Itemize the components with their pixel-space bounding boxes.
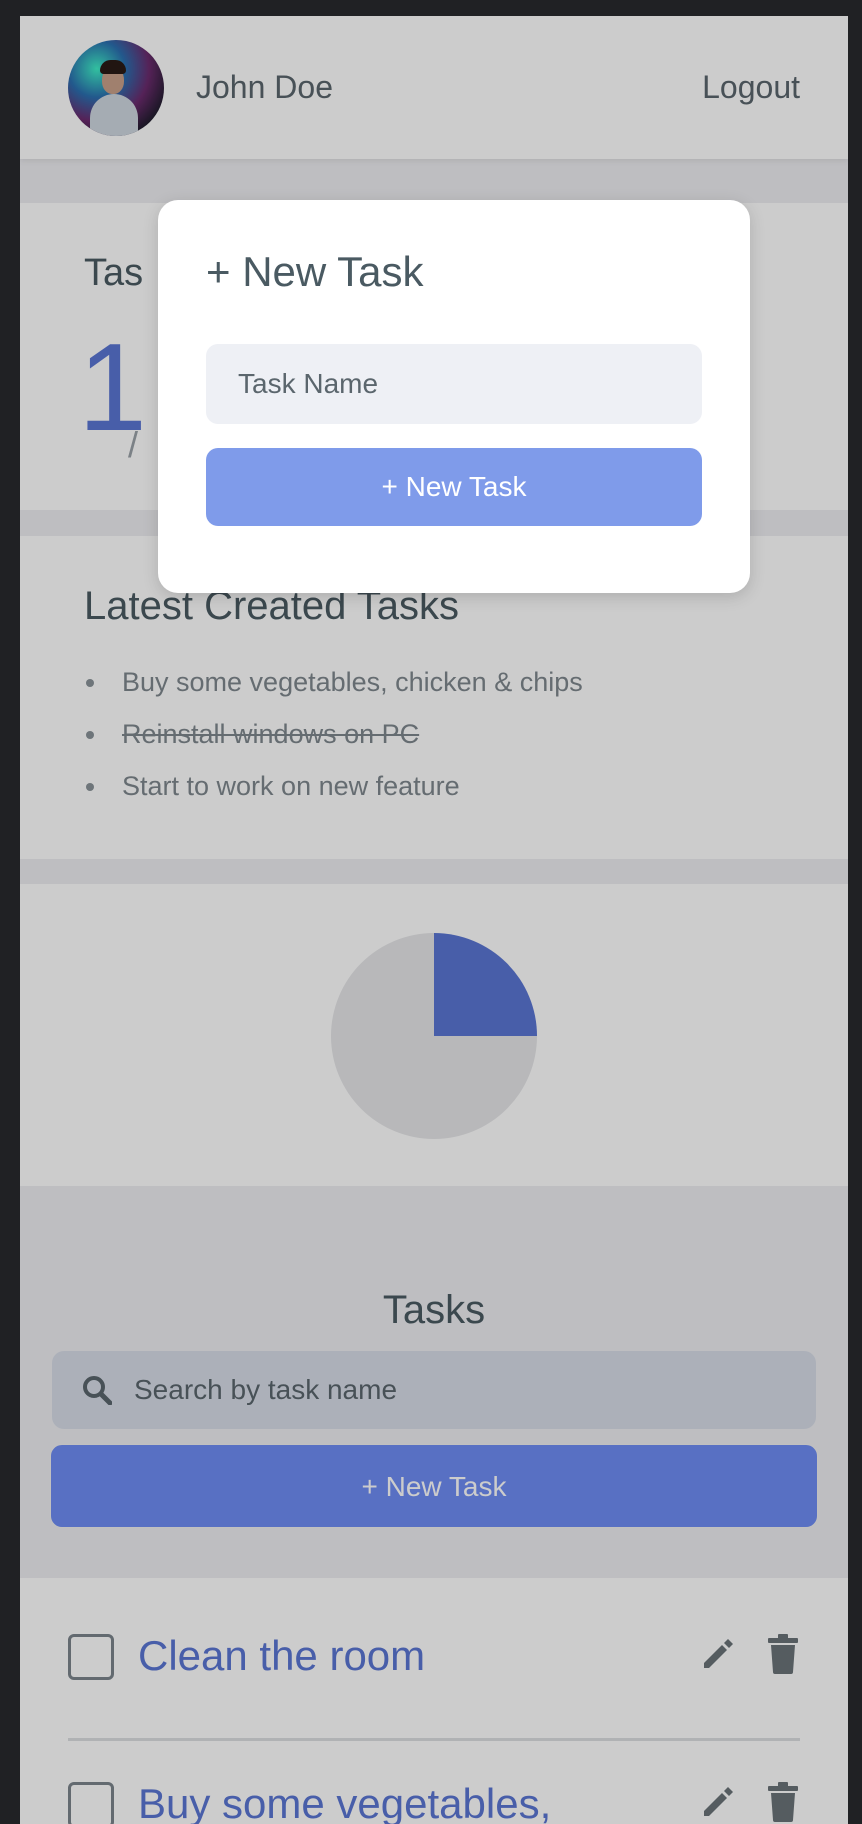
modal-title: + New Task	[206, 248, 424, 295]
task-name-input[interactable]	[206, 344, 702, 424]
new-task-modal: + New Task + New Task	[158, 200, 750, 593]
modal-new-task-button[interactable]: + New Task	[206, 448, 702, 526]
app-frame: John Doe Logout Tas 1 / Latest Created T…	[20, 16, 848, 1824]
